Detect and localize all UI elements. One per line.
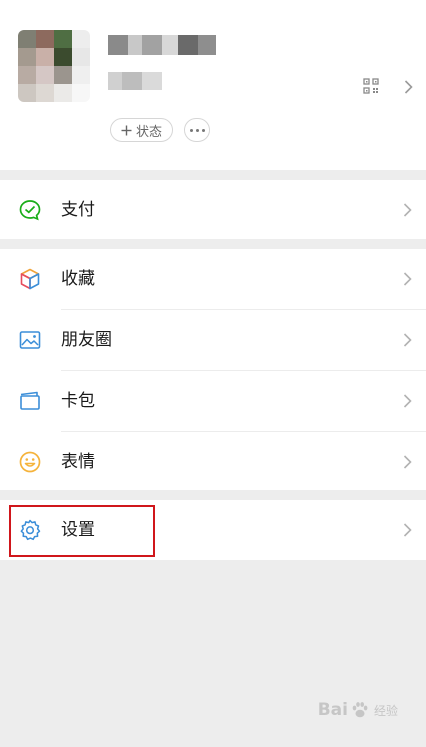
add-status-button[interactable]: 状态 <box>110 118 174 142</box>
wechat-id-redacted <box>108 72 162 90</box>
menu-label-pay: 支付 <box>61 200 95 220</box>
menu-label-moments: 朋友圈 <box>61 330 112 350</box>
paw-icon <box>352 702 368 718</box>
card-wallet-icon <box>20 391 40 410</box>
menu-item-cards[interactable]: 卡包 <box>0 371 426 431</box>
chevron-right-icon[interactable] <box>404 80 413 94</box>
settings-highlight-box <box>9 505 155 557</box>
menu-item-pay[interactable]: 支付 <box>0 180 426 240</box>
plus-icon <box>121 125 132 135</box>
profile-header[interactable]: 状态 <box>0 0 426 170</box>
menu-label-stickers: 表情 <box>61 452 95 472</box>
avatar[interactable] <box>18 30 90 102</box>
chevron-right-icon <box>403 333 412 347</box>
menu-item-stickers[interactable]: 表情 <box>0 432 426 492</box>
main-menu-section: 收藏 朋友圈 卡包 表情 <box>0 249 426 490</box>
watermark-brand: Bai <box>317 700 348 720</box>
chevron-right-icon <box>403 455 412 469</box>
chevron-right-icon <box>403 523 412 537</box>
more-status-button[interactable] <box>184 118 210 142</box>
menu-item-moments[interactable]: 朋友圈 <box>0 310 426 370</box>
chevron-right-icon <box>403 203 412 217</box>
qr-code-icon[interactable] <box>363 78 379 94</box>
pay-icon <box>19 200 41 221</box>
watermark-suffix: 经验 <box>373 703 398 718</box>
menu-label-cards: 卡包 <box>61 391 95 411</box>
moments-picture-icon <box>19 331 41 349</box>
menu-label-favorites: 收藏 <box>61 269 95 289</box>
favorites-cube-icon <box>20 268 40 290</box>
smiley-icon <box>19 451 41 473</box>
baidu-watermark: Bai 经验 <box>318 700 398 720</box>
chevron-right-icon <box>403 394 412 408</box>
pay-section: 支付 <box>0 180 426 239</box>
nickname-redacted <box>108 35 216 55</box>
menu-item-favorites[interactable]: 收藏 <box>0 249 426 309</box>
status-label: 状态 <box>136 124 163 140</box>
chevron-right-icon <box>403 272 412 286</box>
